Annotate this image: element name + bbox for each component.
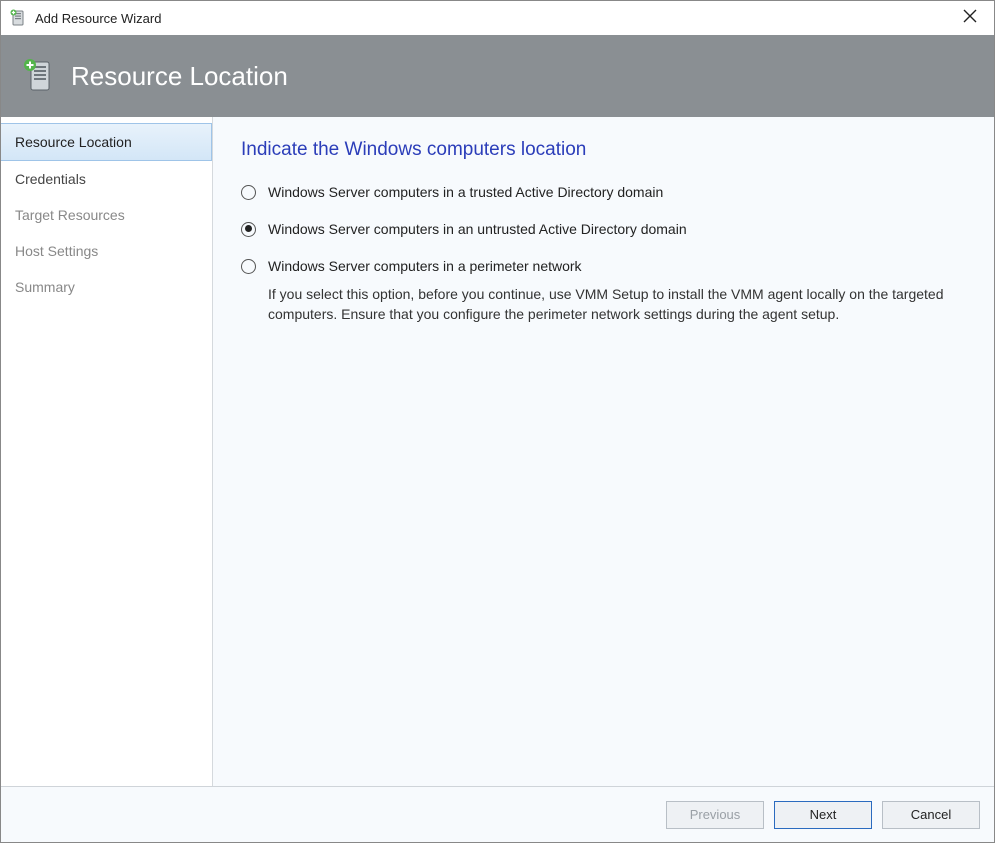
cancel-button[interactable]: Cancel xyxy=(882,801,980,829)
window-title: Add Resource Wizard xyxy=(35,11,950,26)
sidebar-step-host-settings[interactable]: Host Settings xyxy=(1,233,212,269)
wizard-content: Indicate the Windows computers location … xyxy=(213,117,994,786)
sidebar-step-summary[interactable]: Summary xyxy=(1,269,212,305)
close-icon xyxy=(963,9,977,28)
close-button[interactable] xyxy=(950,4,990,32)
titlebar: Add Resource Wizard xyxy=(1,1,994,35)
radio-option-trusted-domain[interactable]: Windows Server computers in a trusted Ac… xyxy=(241,183,966,202)
wizard-sidebar: Resource Location Credentials Target Res… xyxy=(1,117,213,786)
previous-button[interactable]: Previous xyxy=(666,801,764,829)
next-button[interactable]: Next xyxy=(774,801,872,829)
radio-icon xyxy=(241,259,256,274)
radio-label: Windows Server computers in a perimeter … xyxy=(268,257,582,276)
wizard-footer: Previous Next Cancel xyxy=(1,786,994,842)
content-heading: Indicate the Windows computers location xyxy=(241,139,966,161)
sidebar-step-target-resources[interactable]: Target Resources xyxy=(1,197,212,233)
radio-option-untrusted-domain[interactable]: Windows Server computers in an untrusted… xyxy=(241,220,966,239)
wizard-body: Resource Location Credentials Target Res… xyxy=(1,117,994,786)
banner-server-icon xyxy=(21,58,57,94)
sidebar-step-resource-location[interactable]: Resource Location xyxy=(1,123,212,161)
radio-option-perimeter-network[interactable]: Windows Server computers in a perimeter … xyxy=(241,257,966,276)
radio-label: Windows Server computers in a trusted Ac… xyxy=(268,183,663,202)
wizard-banner: Resource Location xyxy=(1,35,994,117)
radio-icon xyxy=(241,185,256,200)
banner-heading: Resource Location xyxy=(71,61,288,92)
radio-label: Windows Server computers in an untrusted… xyxy=(268,220,687,239)
perimeter-help-text: If you select this option, before you co… xyxy=(268,284,966,325)
sidebar-step-credentials[interactable]: Credentials xyxy=(1,161,212,197)
app-server-icon xyxy=(9,9,27,27)
radio-icon xyxy=(241,222,256,237)
